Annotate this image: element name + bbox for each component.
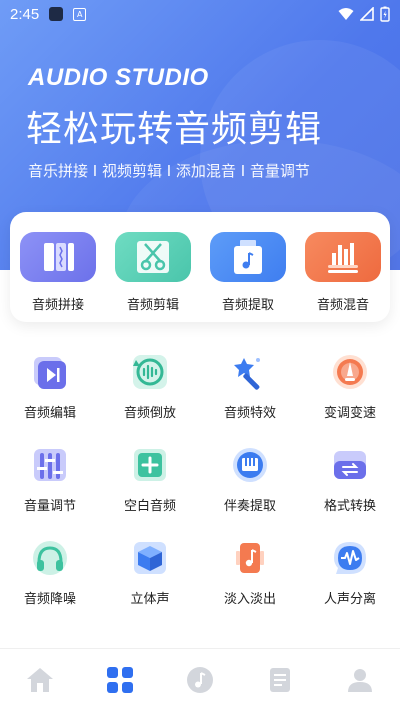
tool-label: 音频混音 [316,298,369,313]
add-blank-icon [126,441,174,489]
tool-label: 空白音频 [123,499,176,514]
bottom-navigation [0,648,400,712]
tool-volume-adjust[interactable]: 音量调节 [5,441,95,514]
status-bar: 2:45 A [0,0,400,28]
tool-audio-mix[interactable]: 音频混音 [303,232,383,313]
tool-label: 音频特效 [223,406,276,421]
nav-music[interactable] [183,663,217,697]
tool-label: 伴奏提取 [223,499,276,514]
convert-icon [326,441,374,489]
tool-label: 淡入淡出 [223,592,276,607]
tool-label: 音频降噪 [23,592,76,607]
tool-label: 音频提取 [221,298,274,313]
tool-label: 变调变速 [323,406,376,421]
nav-home[interactable] [23,663,57,697]
home-icon [27,668,53,692]
headphones-icon [26,534,74,582]
tool-stereo[interactable]: 立体声 [105,534,195,607]
fade-icon [226,534,274,582]
nav-profile[interactable] [343,663,377,697]
mixer-icon [305,232,381,282]
grid-icon [107,667,133,693]
tool-format-convert[interactable]: 格式转换 [305,441,395,514]
signal-icon [360,7,374,21]
tool-label: 格式转换 [323,499,376,514]
voice-separate-icon [326,534,374,582]
cube-icon [126,534,174,582]
merge-icon [20,232,96,282]
tool-audio-edit[interactable]: 音频编辑 [5,348,95,421]
tool-audio-merge[interactable]: 音频拼接 [18,232,98,313]
volume-sliders-icon [26,441,74,489]
hero-subline: 音乐拼接 I 视频剪辑 I 添加混音 I 音量调节 [28,162,310,180]
scissors-icon [115,232,191,282]
tool-pitch-speed[interactable]: 变调变速 [305,348,395,421]
document-icon [270,668,290,692]
battery-icon [380,6,390,22]
extract-icon [210,232,286,282]
music-icon [187,667,213,693]
a-notification-label: A [76,9,83,19]
tool-accompaniment-extract[interactable]: 伴奏提取 [205,441,295,514]
tool-label: 音量调节 [23,499,76,514]
main-tools-card: 音频拼接 音频剪辑 音频提取 音频混音 [10,212,390,322]
tool-audio-cut[interactable]: 音频剪辑 [113,232,193,313]
tool-fade-in-out[interactable]: 淡入淡出 [205,534,295,607]
tool-label: 音频剪辑 [126,298,179,313]
tool-label: 人声分离 [323,592,376,607]
status-time: 2:45 [10,5,40,23]
tool-label: 音频编辑 [23,406,76,421]
tool-vocal-separation[interactable]: 人声分离 [305,534,395,607]
piano-icon [226,441,274,489]
brand-title: AUDIO STUDIO [28,64,209,91]
tool-label: 音频倒放 [123,406,176,421]
app-notification-icon [49,7,64,21]
a-notification-icon: A [73,7,87,21]
speed-gauge-icon [326,348,374,396]
tool-noise-reduction[interactable]: 音频降噪 [5,534,95,607]
tool-label: 立体声 [130,592,170,607]
hero-headline: 轻松玩转音频剪辑 [26,109,323,150]
reverse-icon [126,348,174,396]
tool-audio-effects[interactable]: 音频特效 [205,348,295,421]
nav-tools[interactable] [103,663,137,697]
tool-label: 音频拼接 [31,298,84,313]
tool-audio-reverse[interactable]: 音频倒放 [105,348,195,421]
magic-wand-icon [226,348,274,396]
wifi-icon [338,8,354,20]
tool-audio-extract[interactable]: 音频提取 [208,232,288,313]
play-next-icon [26,348,74,396]
user-icon [348,669,372,692]
tool-blank-audio[interactable]: 空白音频 [105,441,195,514]
nav-documents[interactable] [263,663,297,697]
